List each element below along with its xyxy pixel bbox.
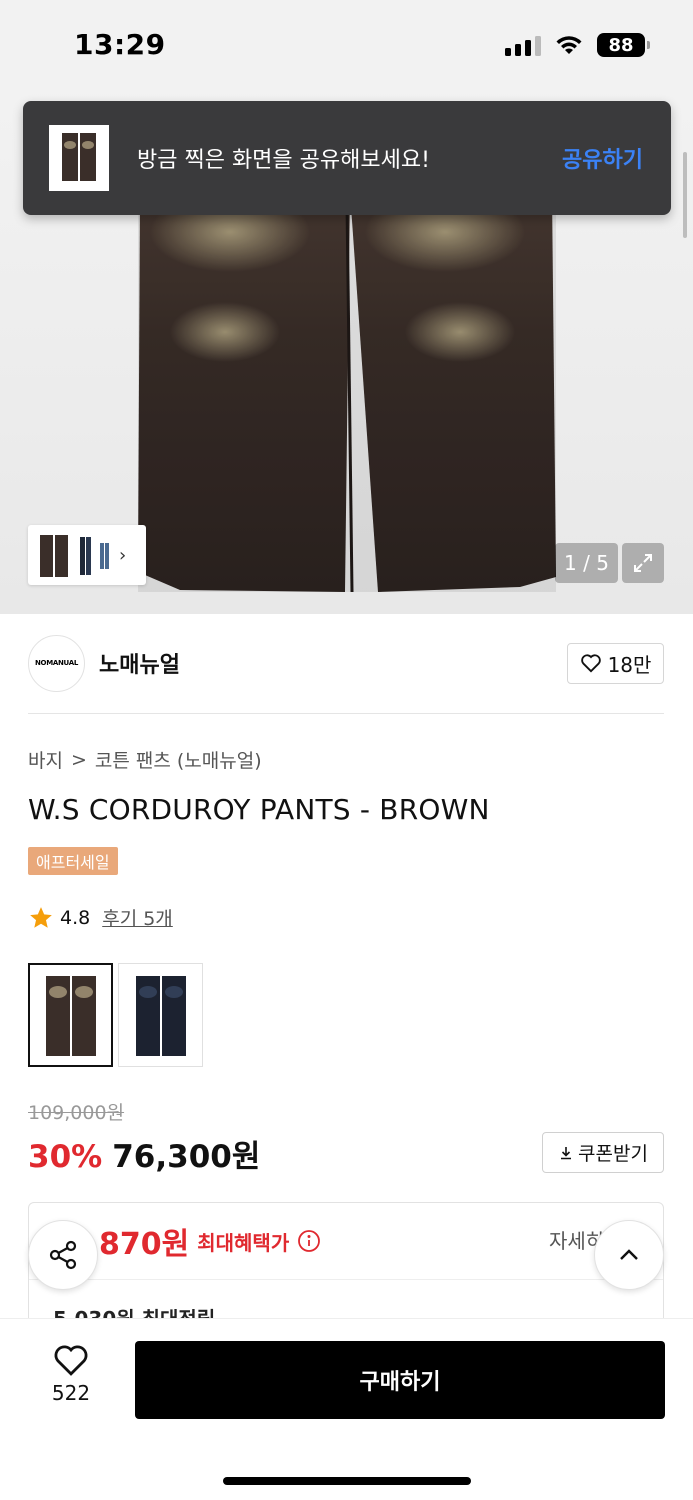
rating-value: 4.8 xyxy=(60,906,91,929)
coupon-button[interactable]: 쿠폰받기 xyxy=(542,1132,664,1173)
sale-price: 76,300원 xyxy=(112,1139,261,1175)
benefit-divider xyxy=(29,1279,663,1280)
share-icon xyxy=(49,1240,77,1270)
brand-row: NOMANUAL 노매뉴얼 18만 xyxy=(28,634,664,692)
thumbnail-brown xyxy=(40,535,68,577)
screenshot-preview-image xyxy=(62,133,96,181)
wishlist-button[interactable]: 522 xyxy=(40,1343,102,1405)
brand-name[interactable]: 노매뉴얼 xyxy=(99,647,567,679)
rating-row: 4.8 후기 5개 xyxy=(28,904,173,931)
product-title: W.S CORDUROY PANTS - BROWN xyxy=(28,793,490,826)
status-bar: 13:29 88 xyxy=(0,0,693,92)
breadcrumb-separator: > xyxy=(70,748,87,771)
original-price: 109,000원 xyxy=(28,1102,125,1124)
breadcrumb-subcategory[interactable]: 코튼 팬츠 (노매뉴얼) xyxy=(95,746,262,773)
expand-icon xyxy=(634,554,652,572)
divider xyxy=(28,713,664,714)
battery-icon: 88 xyxy=(597,33,650,57)
share-toast: 방금 찍은 화면을 공유해보세요! 공유하기 xyxy=(23,101,671,215)
info-icon[interactable] xyxy=(297,1229,321,1253)
heart-icon xyxy=(54,1345,88,1376)
expand-button[interactable] xyxy=(622,543,664,583)
bottom-action-bar: 522 구매하기 xyxy=(0,1318,693,1500)
wifi-icon xyxy=(556,36,582,54)
brand-like-button[interactable]: 18만 xyxy=(567,642,664,684)
sale-badge: 애프터세일 xyxy=(28,847,118,875)
thumbnail-blue xyxy=(100,543,109,569)
color-option-brown-image xyxy=(45,976,96,1056)
thumbnail-strip[interactable]: › xyxy=(28,525,146,585)
buy-button[interactable]: 구매하기 xyxy=(135,1341,665,1419)
brand-like-count: 18만 xyxy=(607,652,652,677)
price-row: 30% 76,300원 xyxy=(28,1131,260,1176)
discount-rate: 30% xyxy=(28,1139,103,1175)
chevron-right-icon: › xyxy=(119,544,127,566)
home-indicator[interactable] xyxy=(223,1477,471,1485)
coupon-label: 쿠폰받기 xyxy=(578,1143,648,1165)
share-action-button[interactable]: 공유하기 xyxy=(562,142,643,174)
wishlist-count: 522 xyxy=(51,1381,91,1405)
benefit-amount: 870원 xyxy=(99,1227,190,1262)
screenshot-thumbnail[interactable] xyxy=(49,125,109,191)
breadcrumb: 바지 > 코튼 팬츠 (노매뉴얼) xyxy=(28,746,262,773)
status-icons: 88 xyxy=(505,32,650,58)
brand-logo[interactable]: NOMANUAL xyxy=(28,634,85,692)
color-option-navy[interactable] xyxy=(118,963,203,1067)
benefit-box: 870원 최대혜택가 자세히 5,030원 최대적립 xyxy=(28,1202,664,1332)
status-time: 13:29 xyxy=(74,28,166,61)
color-option-navy-image xyxy=(135,976,186,1056)
color-options xyxy=(28,963,203,1067)
star-icon xyxy=(30,906,52,928)
review-link[interactable]: 후기 5개 xyxy=(102,904,173,931)
thumbnail-navy xyxy=(80,537,91,575)
benefit-label: 최대혜택가 xyxy=(197,1230,290,1255)
chevron-up-icon xyxy=(620,1249,638,1260)
scroll-top-button[interactable] xyxy=(594,1220,664,1290)
color-option-brown[interactable] xyxy=(28,963,113,1067)
max-benefit-line: 870원 최대혜택가 xyxy=(99,1219,321,1263)
share-button[interactable] xyxy=(28,1220,98,1290)
page-indicator: 1 / 5 xyxy=(555,543,618,583)
toast-message: 방금 찍은 화면을 공유해보세요! xyxy=(137,148,430,173)
heart-icon xyxy=(580,654,601,673)
breadcrumb-category[interactable]: 바지 xyxy=(28,746,63,773)
download-icon xyxy=(561,1146,572,1159)
cellular-signal-icon xyxy=(505,34,541,56)
scrollbar[interactable] xyxy=(683,152,687,238)
